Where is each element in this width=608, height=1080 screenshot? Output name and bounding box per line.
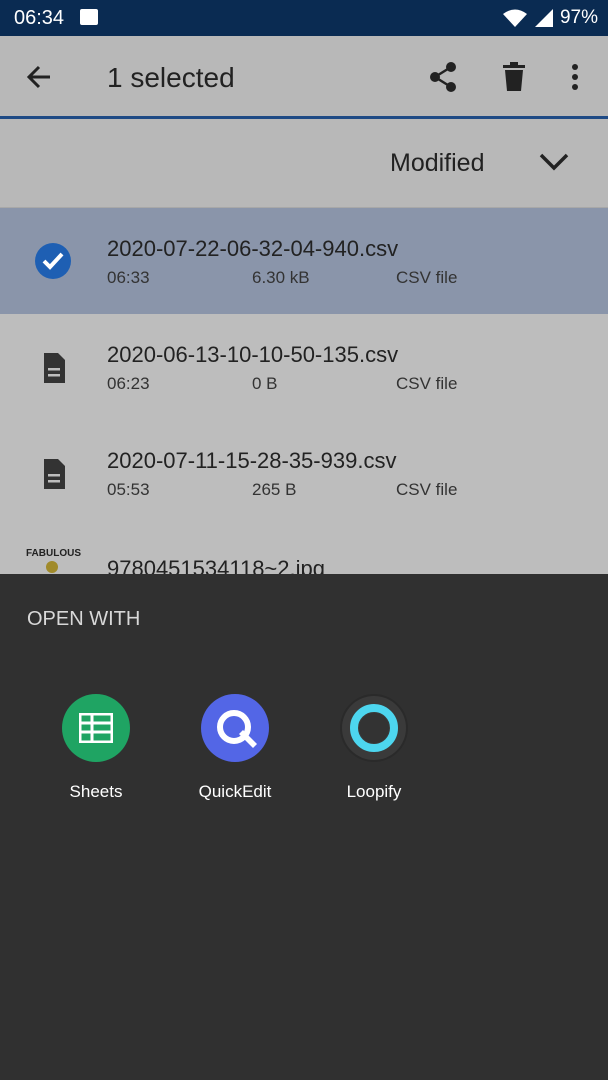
open-with-sheet: OPEN WITH Sheets QuickEdit Loopify [0, 574, 608, 1080]
app-option-sheets[interactable]: Sheets [26, 694, 166, 814]
more-options-icon[interactable] [568, 63, 582, 93]
sheet-header: OPEN WITH [27, 608, 141, 630]
file-type: CSV file [396, 374, 458, 393]
status-indicators: 97% [502, 7, 598, 29]
image-notification-icon [80, 9, 98, 25]
status-time: 06:34 [14, 7, 65, 29]
file-name: 2020-07-11-15-28-35-939.csv [107, 448, 397, 473]
file-time: 06:23 [107, 374, 150, 393]
wifi-icon [502, 9, 527, 27]
status-bar: 06:34 97% [0, 0, 608, 36]
file-type: CSV file [396, 268, 458, 287]
check-circle-icon[interactable] [34, 242, 72, 280]
image-thumbnail: FABULOUS [26, 548, 82, 573]
file-row[interactable]: 2020-07-22-06-32-04-940.csv 06:33 6.30 k… [0, 208, 608, 314]
quickedit-icon[interactable] [201, 694, 269, 762]
file-size: 6.30 kB [252, 268, 310, 287]
file-size: 0 B [252, 374, 278, 393]
share-icon[interactable] [427, 61, 459, 93]
app-bar: 1 selected [0, 36, 608, 119]
app-option-quickedit[interactable]: QuickEdit [165, 694, 305, 814]
file-name: 2020-07-22-06-32-04-940.csv [107, 236, 399, 261]
battery-percent: 97% [559, 7, 598, 28]
file-time: 06:33 [107, 268, 150, 287]
selection-title: 1 selected [107, 62, 235, 93]
signal-icon [534, 9, 553, 27]
file-size: 265 B [252, 480, 297, 499]
app-label: Loopify [346, 782, 402, 801]
file-row[interactable]: FABULOUS 9780451534118~2.jpg [0, 526, 608, 574]
sort-label[interactable]: Modified [390, 149, 485, 178]
sort-bar[interactable]: Modified [0, 119, 608, 208]
sheets-icon[interactable] [62, 694, 130, 762]
loopify-icon[interactable] [340, 694, 408, 762]
file-row[interactable]: 2020-06-13-10-10-50-135.csv 06:23 0 B CS… [0, 314, 608, 420]
file-time: 05:53 [107, 480, 150, 499]
app-option-loopify[interactable]: Loopify [304, 694, 444, 814]
file-name: 2020-06-13-10-10-50-135.csv [107, 342, 399, 367]
app-label: QuickEdit [198, 782, 272, 801]
document-icon [44, 353, 65, 383]
file-row[interactable]: 2020-07-11-15-28-35-939.csv 05:53 265 B … [0, 420, 608, 526]
back-arrow-icon[interactable] [24, 62, 54, 92]
chevron-down-icon[interactable] [538, 151, 570, 173]
document-icon [44, 459, 65, 489]
delete-icon[interactable] [501, 61, 527, 93]
file-name: 9780451534118~2.jpg [107, 556, 325, 574]
file-type: CSV file [396, 480, 458, 499]
app-label: Sheets [69, 782, 123, 801]
thumbnail-text: FABULOUS [26, 548, 81, 559]
